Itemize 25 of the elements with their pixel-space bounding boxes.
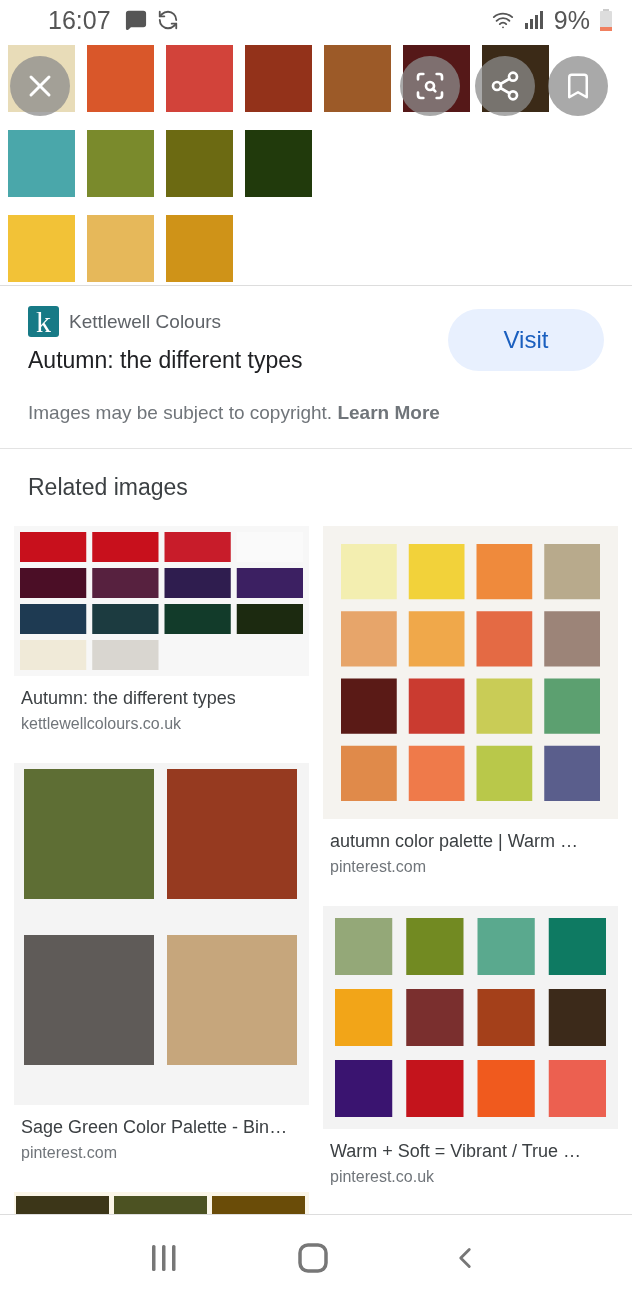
- sync-icon: [156, 9, 179, 31]
- site-name: Kettlewell Colours: [69, 310, 222, 333]
- lens-icon: [414, 70, 446, 102]
- share-icon: [489, 70, 521, 102]
- battery-percent: 9%: [553, 5, 590, 35]
- result-site: kettlewellcolours.co.uk: [20, 715, 183, 733]
- result-site: pinterest.com: [329, 858, 428, 876]
- result-title[interactable]: Sage Green Color Palette - Bin…: [14, 1117, 309, 1138]
- home-icon[interactable]: [298, 1242, 328, 1273]
- signal-icon: [523, 10, 544, 30]
- recent-apps-icon[interactable]: [150, 1244, 178, 1271]
- learn-more-link[interactable]: Learn More: [337, 402, 440, 423]
- result-site: pinterest.co.uk: [329, 1168, 436, 1186]
- site-logo: k: [28, 306, 59, 337]
- result-title[interactable]: Autumn: the different types: [14, 688, 309, 709]
- visit-button[interactable]: Visit: [448, 309, 604, 371]
- message-icon: [124, 9, 147, 31]
- result-title[interactable]: autumn color palette | Warm …: [323, 831, 618, 852]
- battery-icon: [600, 9, 612, 31]
- section-heading: Related images: [27, 473, 189, 501]
- copyright-notice: Images may be subject to copyright. Learn More: [28, 402, 441, 424]
- status-time: 16:07: [48, 5, 111, 35]
- result-site: pinterest.com: [20, 1144, 119, 1162]
- image-title: Autumn: the different types: [28, 347, 304, 374]
- result-title[interactable]: Warm + Soft = Vibrant / True …: [323, 1141, 618, 1162]
